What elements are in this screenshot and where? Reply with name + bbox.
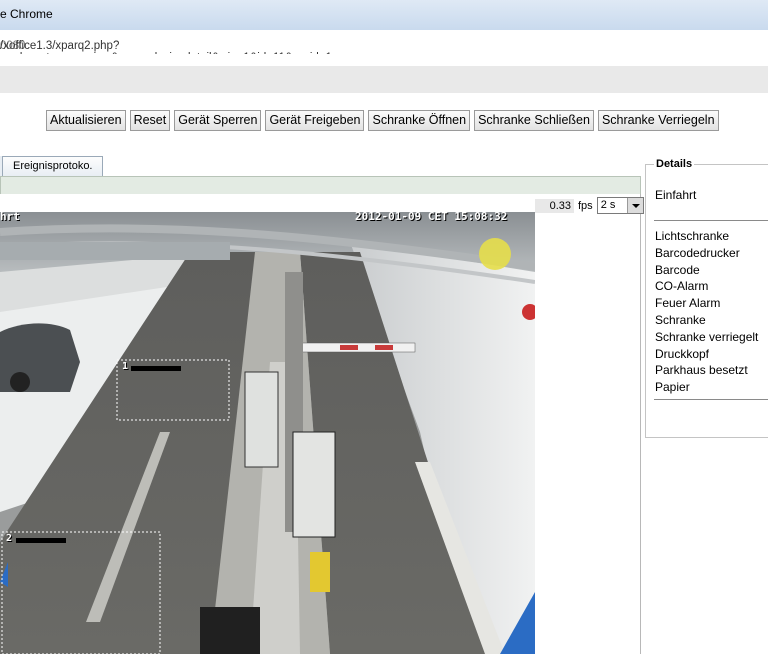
device-action-toolbar: Aktualisieren Reset Gerät Sperren Gerät … — [46, 110, 719, 131]
address-bar[interactable]: 0080/xoffice1.3/xparq2.php?mod=systemove… — [0, 30, 768, 64]
refresh-interval-select[interactable]: 2 s — [596, 197, 644, 214]
status-barcode-printer: Barcodedrucker — [655, 245, 740, 260]
camera-feed-image — [0, 212, 535, 654]
chevron-down-icon[interactable] — [626, 198, 643, 213]
tab-event-log[interactable]: Ereignisprotoko. — [2, 156, 103, 177]
divider — [654, 220, 768, 221]
zone-2-label: 2 — [6, 533, 13, 544]
browser-title-bar: e Chrome — [0, 0, 768, 31]
reset-button[interactable]: Reset — [129, 110, 171, 131]
status-fire-alarm: Feuer Alarm — [655, 296, 721, 311]
page-top-spacer — [0, 54, 768, 66]
page-header-band — [0, 66, 768, 93]
status-barrier-locked: Schranke verriegelt — [655, 329, 759, 344]
close-barrier-button[interactable]: Schranke Schließen — [474, 110, 594, 131]
status-car-park-full: Parkhaus besetzt — [655, 363, 748, 378]
status-paper: Papier — [655, 380, 690, 395]
open-barrier-button[interactable]: Schranke Öffnen — [368, 110, 471, 131]
fps-label: fps — [578, 199, 593, 212]
bolt-barrier-button[interactable]: Schranke Verriegeln — [597, 110, 719, 131]
device-name: Einfahrt — [655, 188, 697, 202]
zone-1-label: 1 — [122, 361, 129, 372]
details-legend: Details — [654, 158, 695, 170]
status-list: Lichtschranke Barcodedrucker Barcode CO-… — [655, 228, 758, 396]
divider — [654, 399, 768, 400]
video-timestamp: 2012-01-09 CET 15:08:32 — [355, 210, 508, 223]
status-barcode: Barcode — [655, 262, 700, 277]
tab-event-log-label: Ereignisprotoko. — [13, 160, 93, 172]
refresh-button[interactable]: Aktualisieren — [46, 110, 126, 131]
tab-content-header — [0, 176, 641, 196]
fps-controls: 0.33 fps 2 s — [535, 197, 644, 214]
refresh-interval-value: 2 s — [600, 199, 616, 211]
fps-value: 0.33 — [535, 198, 574, 213]
video-overlay-label: hrt — [0, 210, 20, 223]
status-co-alarm: CO-Alarm — [655, 279, 709, 294]
status-barrier: Schranke — [655, 312, 706, 327]
window-title: e Chrome — [0, 7, 53, 21]
release-device-button[interactable]: Gerät Freigeben — [265, 110, 365, 131]
status-light-barrier: Lichtschranke — [655, 229, 730, 243]
lock-device-button[interactable]: Gerät Sperren — [174, 110, 262, 131]
status-print-head: Druckkopf — [655, 346, 710, 361]
